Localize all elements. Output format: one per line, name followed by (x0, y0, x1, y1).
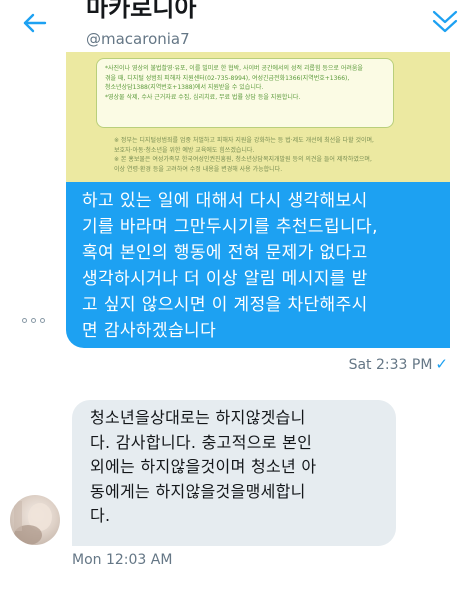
attachment-note-line: 보호자·아동·청소년을 위한 예방 교육에도 힘쓰겠습니다. (114, 146, 255, 154)
chevron-down-icon[interactable] (431, 8, 459, 38)
avatar[interactable] (10, 495, 60, 545)
attachment-note-line: 이상 연령·환경 등을 고려하여 수정 내용을 변경해 사용 가능합니다. (114, 165, 283, 173)
check-icon: ✓ (435, 355, 448, 373)
conversation-title: 마카로니아 (86, 0, 197, 22)
attachment-text-line: 청소년상담1388(지역번호+1388)에서 지원받을 수 있습니다. (105, 84, 264, 91)
message-line: 생각하시거나 더 이상 알림 메시지를 받 (82, 269, 368, 289)
back-arrow-icon[interactable] (20, 8, 50, 38)
attachment-notes: ※ 정부는 디지털성범죄를 엄중 처벌하고 피해자 지원을 강화하는 등 법·제… (114, 136, 426, 174)
message-line: 면 감사하겠습니다 (82, 321, 217, 341)
sent-message-meta: Sat 2:33 PM ✓ (349, 355, 448, 373)
attachment-text-line: *사진이나 영상의 불법촬영·유포, 이를 빌미로 한 협박, 사이버 공간에서… (105, 65, 363, 72)
sent-message-bubble: 하고 있는 일에 대해서 다시 생각해보시 기를 바라며 그만두시기를 추천드립… (66, 182, 450, 348)
conversation-header: 마카로니아 @macaronia7 (0, 0, 464, 52)
attachment-text-line: *영상물 삭제, 수사 근거자료 수집, 심리치료, 무료 법률 상담 등을 지… (105, 93, 301, 101)
attachment-info-box: *사진이나 영상의 불법촬영·유포, 이를 빌미로 한 협박, 사이버 공간에서… (96, 58, 394, 128)
message-line: 고 싶지 않으시면 이 계정을 차단해주시 (82, 295, 368, 315)
attachment-text-line: 겪을 때, 디지털 성범죄 피해자 지원센터(02-735-8994), 여성긴… (105, 74, 350, 82)
message-line: 다. (90, 506, 111, 525)
message-line: 혹여 본인의 행동에 전혀 문제가 없다고 (82, 243, 368, 263)
received-timestamp: Mon 12:03 AM (72, 552, 173, 568)
message-image-attachment[interactable]: *사진이나 영상의 불법촬영·유포, 이를 빌미로 한 협박, 사이버 공간에서… (66, 52, 450, 182)
message-line: 다. 감사합니다. 충고적으로 본인 (90, 432, 313, 452)
conversation-handle: @macaronia7 (86, 30, 190, 48)
message-line: 청소년을상대로는 하지않겟습니 (90, 408, 306, 427)
attachment-note-line: ※ 정부는 디지털성범죄를 엄중 처벌하고 피해자 지원을 강화하는 등 법·제… (114, 137, 374, 144)
message-line: 동에게는 하지않을것을맹세합니 (90, 481, 306, 501)
attachment-note-line: ※ 본 홍보물은 여성가족부 한국여성인권진흥원, 청소년상담복지개발원 등의 … (114, 156, 372, 163)
message-line: 기를 바라며 그만두시기를 추천드립니다, (82, 217, 378, 237)
more-options-icon[interactable] (20, 313, 48, 329)
sent-timestamp: Sat 2:33 PM (348, 357, 433, 373)
message-line: 외에는 하지않을것이며 청소년 아 (90, 457, 317, 476)
message-line: 하고 있는 일에 대해서 다시 생각해보시 (82, 191, 368, 211)
received-message-bubble: 청소년을상대로는 하지않겟습니 다. 감사합니다. 충고적으로 본인 외에는 하… (72, 400, 396, 546)
